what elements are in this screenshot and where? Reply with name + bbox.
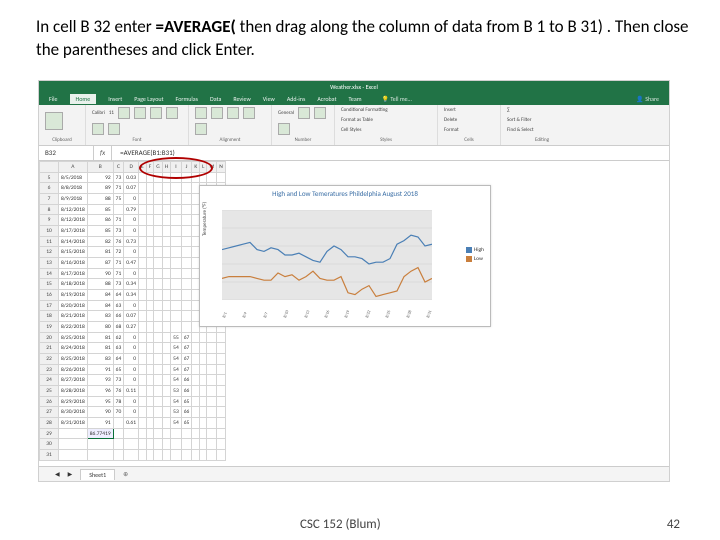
- group-number: Number: [278, 137, 328, 143]
- group-editing: Editing: [507, 137, 577, 143]
- slide-footer: CSC 152 (Blum) 42: [0, 517, 720, 532]
- tell-me[interactable]: 💡 Tell me…: [382, 95, 412, 103]
- font-name[interactable]: Calibri: [92, 110, 105, 116]
- group-font: Font: [92, 137, 182, 143]
- group-clipboard: Clipboard: [45, 137, 79, 143]
- number-format[interactable]: General: [278, 110, 294, 116]
- spreadsheet-grid[interactable]: ABCDEFGHIJKLMN58/5/201892730.0368/8/2018…: [39, 161, 226, 461]
- chart-ylabel: Temperature (°F): [202, 202, 208, 236]
- menu-home[interactable]: Home: [70, 94, 97, 104]
- chart-legend: High Low: [466, 246, 484, 264]
- fx-icon[interactable]: fx: [94, 146, 112, 160]
- cells-format[interactable]: Format: [444, 127, 459, 133]
- align-center-icon[interactable]: [211, 107, 223, 119]
- new-sheet-icon[interactable]: ⊕: [123, 470, 128, 478]
- find-select[interactable]: Find & Select: [507, 127, 534, 133]
- underline-icon[interactable]: [150, 107, 162, 119]
- instruction-text: In cell B 32 enter =AVERAGE( then drag a…: [36, 16, 689, 60]
- slide-instruction: In cell B 32 enter =AVERAGE( then drag a…: [0, 0, 720, 66]
- sort-filter[interactable]: Sort & Filter: [507, 117, 531, 123]
- legend-swatch-high: [466, 247, 472, 253]
- window-title: Weather.xlsx - Excel: [39, 81, 669, 93]
- menu-page-layout[interactable]: Page Layout: [134, 95, 163, 103]
- paste-icon[interactable]: [45, 112, 63, 130]
- formula-line: B32 fx =AVERAGE(B1:B31): [39, 146, 669, 161]
- excel-screenshot: Weather.xlsx - Excel File Home Insert Pa…: [38, 80, 670, 482]
- percent-icon[interactable]: [314, 107, 326, 119]
- chart-xticks: 8/18/48/78/108/138/168/198/228/258/288/3…: [222, 317, 432, 322]
- embedded-chart[interactable]: High and Low Temeratures Phildelphia Aug…: [199, 185, 491, 327]
- currency-icon[interactable]: [298, 107, 310, 119]
- sheet-tab-bar: ◀ ▶ Sheet1 ⊕: [39, 466, 669, 481]
- cells-delete[interactable]: Delete: [444, 117, 457, 123]
- menu-acrobat[interactable]: Acrobat: [317, 95, 336, 103]
- chart-title: High and Low Temeratures Phildelphia Aug…: [200, 186, 490, 198]
- fill-color-icon[interactable]: [92, 123, 104, 135]
- menu-view[interactable]: View: [263, 95, 275, 103]
- formula-bar[interactable]: =AVERAGE(B1:B31): [112, 146, 669, 160]
- legend-swatch-low: [466, 256, 472, 262]
- legend-low: Low: [474, 256, 483, 262]
- menu-data[interactable]: Data: [210, 95, 221, 103]
- menu-insert[interactable]: Insert: [108, 95, 122, 103]
- share-button[interactable]: 👤 Share: [636, 95, 659, 103]
- tab-nav-prev-icon[interactable]: ◀: [55, 470, 60, 478]
- menu-addins[interactable]: Add-ins: [287, 95, 306, 103]
- align-right-icon[interactable]: [227, 107, 239, 119]
- cells-insert[interactable]: Insert: [444, 107, 456, 113]
- group-alignment: Alignment: [195, 137, 265, 143]
- menu-bar: File Home Insert Page Layout Formulas Da…: [39, 93, 669, 105]
- footer-center: CSC 152 (Blum): [300, 517, 381, 532]
- comma-icon[interactable]: [278, 123, 290, 135]
- legend-high: High: [474, 247, 484, 253]
- name-box[interactable]: B32: [39, 146, 94, 160]
- group-cells: Cells: [444, 137, 494, 143]
- align-left-icon[interactable]: [195, 107, 207, 119]
- font-color-icon[interactable]: [108, 123, 120, 135]
- ribbon: Clipboard Calibri 11 Font: [39, 105, 669, 146]
- bold-icon[interactable]: [118, 107, 130, 119]
- footer-page-number: 42: [667, 517, 680, 532]
- menu-file[interactable]: File: [49, 95, 58, 103]
- autosum[interactable]: ∑: [507, 107, 510, 113]
- italic-icon[interactable]: [134, 107, 146, 119]
- cell-styles[interactable]: Cell Styles: [341, 127, 361, 133]
- format-as-table[interactable]: Format as Table: [341, 117, 373, 123]
- sheet-tab[interactable]: Sheet1: [80, 469, 115, 480]
- menu-team[interactable]: Team: [348, 95, 361, 103]
- merge-icon[interactable]: [195, 123, 207, 135]
- group-styles: Styles: [341, 137, 431, 143]
- tab-nav-next-icon[interactable]: ▶: [68, 470, 73, 478]
- menu-review[interactable]: Review: [233, 95, 250, 103]
- wrap-text-icon[interactable]: [243, 107, 255, 119]
- font-size[interactable]: 11: [109, 110, 114, 116]
- conditional-formatting[interactable]: Conditional Formatting: [341, 107, 388, 113]
- border-icon[interactable]: [166, 107, 178, 119]
- chart-plot-area: [222, 210, 432, 300]
- menu-formulas[interactable]: Formulas: [176, 95, 198, 103]
